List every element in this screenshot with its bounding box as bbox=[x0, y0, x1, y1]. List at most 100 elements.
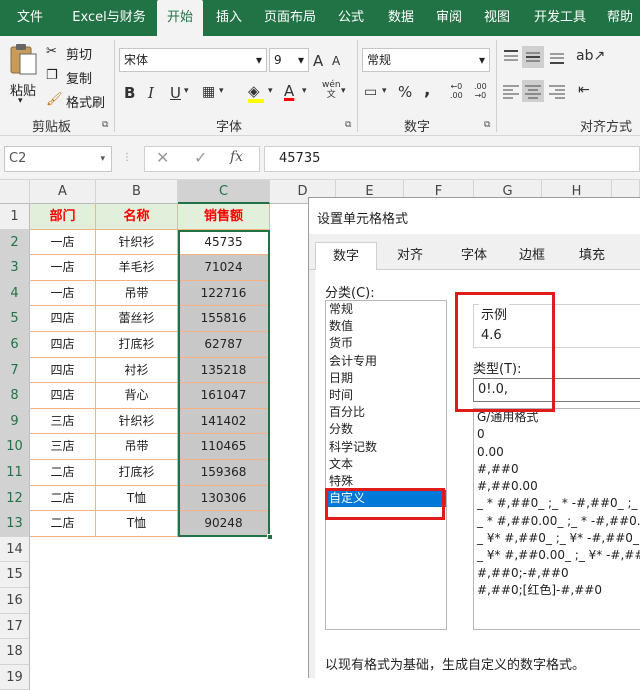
cell[interactable]: 背心 bbox=[96, 383, 178, 409]
tab-view[interactable]: 视图 bbox=[476, 0, 518, 36]
row-header[interactable]: 13 bbox=[0, 511, 30, 537]
fill-color-icon[interactable]: ◈ bbox=[248, 82, 260, 100]
row-header[interactable]: 5 bbox=[0, 306, 30, 332]
name-box[interactable]: C2 ▾ bbox=[4, 146, 112, 172]
tab-number[interactable]: 数字 bbox=[315, 242, 377, 271]
row-header[interactable]: 12 bbox=[0, 485, 30, 512]
tab-alignment[interactable]: 对齐 bbox=[379, 242, 441, 270]
font-name-select[interactable]: 宋体 ▾ bbox=[119, 48, 267, 72]
row-header[interactable]: 16 bbox=[0, 588, 30, 614]
format-item[interactable]: #,##0.00 bbox=[474, 478, 640, 495]
cell[interactable]: 部门 bbox=[30, 204, 96, 230]
cell[interactable]: 四店 bbox=[30, 332, 96, 358]
cell[interactable]: 吊带 bbox=[96, 280, 178, 307]
format-item[interactable]: _ * #,##0.00_ ;_ * -#,##0.00_ ;_ * "-"??… bbox=[474, 513, 640, 530]
row-header[interactable]: 10 bbox=[0, 434, 30, 460]
row-header[interactable]: 4 bbox=[0, 280, 30, 307]
row-header[interactable]: 1 bbox=[0, 204, 30, 230]
paste-button[interactable]: 粘贴 ▾ bbox=[6, 42, 40, 112]
align-middle-button[interactable] bbox=[522, 46, 544, 68]
tab-border[interactable]: 边框 bbox=[501, 242, 563, 270]
row-header[interactable]: 2 bbox=[0, 229, 30, 256]
tab-home[interactable]: 开始 bbox=[157, 0, 203, 36]
category-item[interactable]: 会计专用 bbox=[326, 353, 446, 370]
chevron-down-icon[interactable]: ▾ bbox=[341, 86, 346, 96]
category-item[interactable]: 百分比 bbox=[326, 404, 446, 421]
align-bottom-button[interactable] bbox=[546, 46, 568, 68]
font-size-select[interactable]: 9 ▾ bbox=[269, 48, 309, 72]
chevron-down-icon[interactable]: ▾ bbox=[268, 86, 273, 96]
format-item[interactable]: _ ¥* #,##0_ ;_ ¥* -#,##0_ ;_ ¥* "-"_ ;_ … bbox=[474, 530, 640, 547]
indent-icon[interactable]: ⇤ bbox=[578, 82, 590, 98]
tab-formulas[interactable]: 公式 bbox=[330, 0, 372, 36]
row-header[interactable]: 6 bbox=[0, 332, 30, 358]
chevron-down-icon[interactable]: ▾ bbox=[184, 86, 189, 96]
category-item[interactable]: 日期 bbox=[326, 370, 446, 387]
row-header[interactable]: 8 bbox=[0, 383, 30, 409]
cut-button[interactable]: 剪切 bbox=[66, 44, 92, 63]
category-item[interactable]: 货币 bbox=[326, 335, 446, 352]
insert-function-icon[interactable]: fx bbox=[230, 149, 243, 165]
category-item[interactable]: 时间 bbox=[326, 387, 446, 404]
increase-decimal-icon[interactable]: ←0.00 bbox=[450, 82, 463, 100]
cell[interactable]: 三店 bbox=[30, 434, 96, 460]
cell[interactable]: 三店 bbox=[30, 408, 96, 435]
number-format-select[interactable]: 常规 ▾ bbox=[362, 48, 490, 72]
font-color-icon[interactable]: A bbox=[284, 82, 294, 100]
orientation-icon[interactable]: ab↗ bbox=[576, 48, 605, 64]
row-header[interactable]: 3 bbox=[0, 255, 30, 281]
cell[interactable]: 一店 bbox=[30, 229, 96, 256]
format-item[interactable]: #,##0;-#,##0 bbox=[474, 565, 640, 582]
cell[interactable]: 二店 bbox=[30, 511, 96, 537]
row-header[interactable]: 18 bbox=[0, 639, 30, 665]
formula-input[interactable]: 45735 bbox=[264, 146, 640, 172]
tab-developer[interactable]: 开发工具 bbox=[526, 0, 594, 36]
dialog-launcher-icon[interactable]: ⧉ bbox=[102, 120, 108, 130]
cancel-icon[interactable]: ✕ bbox=[156, 148, 169, 167]
decrease-decimal-icon[interactable]: .00 →0 bbox=[474, 82, 487, 100]
chevron-down-icon[interactable]: ▾ bbox=[382, 86, 387, 96]
select-all-corner[interactable] bbox=[0, 180, 30, 204]
decrease-font-icon[interactable]: A bbox=[332, 54, 340, 68]
comma-icon[interactable]: , bbox=[424, 80, 430, 100]
tab-font[interactable]: 字体 bbox=[443, 242, 505, 270]
cell[interactable]: T恤 bbox=[96, 485, 178, 512]
accounting-format-icon[interactable]: ▭ bbox=[364, 84, 377, 100]
category-list[interactable]: 常规 数值 货币 会计专用 日期 时间 百分比 分数 科学记数 文本 特殊 自定义 bbox=[325, 300, 447, 630]
underline-icon[interactable]: U bbox=[170, 84, 181, 102]
format-item[interactable]: #,##0 bbox=[474, 461, 640, 478]
align-right-button[interactable] bbox=[546, 80, 568, 102]
tab-page-layout[interactable]: 页面布局 bbox=[256, 0, 324, 36]
tab-review[interactable]: 审阅 bbox=[428, 0, 470, 36]
format-item[interactable]: #,##0;[红色]-#,##0 bbox=[474, 582, 640, 599]
cell[interactable]: 二店 bbox=[30, 460, 96, 486]
cell[interactable]: 针织衫 bbox=[96, 408, 178, 435]
cell[interactable]: 一店 bbox=[30, 280, 96, 307]
cell[interactable]: 羊毛衫 bbox=[96, 255, 178, 281]
tab-file[interactable]: 文件 bbox=[6, 0, 54, 36]
phonetic-icon[interactable]: wén 文 bbox=[322, 80, 341, 100]
column-header[interactable]: A bbox=[30, 180, 96, 204]
cell[interactable]: 衬衫 bbox=[96, 357, 178, 384]
tab-fill[interactable]: 填充 bbox=[561, 242, 623, 270]
column-header[interactable]: B bbox=[96, 180, 178, 204]
align-top-button[interactable] bbox=[500, 46, 522, 68]
cell[interactable]: 名称 bbox=[96, 204, 178, 230]
tab-data[interactable]: 数据 bbox=[380, 0, 422, 36]
format-list[interactable]: G/通用格式 0 0.00 #,##0 #,##0.00 _ * #,##0_ ;_ * … bbox=[473, 408, 640, 630]
cell[interactable]: 打底衫 bbox=[96, 460, 178, 486]
align-left-button[interactable] bbox=[500, 80, 522, 102]
chevron-down-icon[interactable]: ▾ bbox=[302, 86, 307, 96]
cell[interactable]: 一店 bbox=[30, 255, 96, 281]
format-item[interactable]: _ ¥* #,##0.00_ ;_ ¥* -#,##0.00_ ;_ ¥* "-… bbox=[474, 547, 640, 564]
tab-help[interactable]: 帮助 bbox=[600, 0, 640, 36]
row-header[interactable]: 15 bbox=[0, 562, 30, 588]
cell[interactable]: 四店 bbox=[30, 306, 96, 332]
cell[interactable]: 打底衫 bbox=[96, 332, 178, 358]
category-item[interactable]: 分数 bbox=[326, 421, 446, 438]
row-header[interactable]: 17 bbox=[0, 613, 30, 640]
tab-insert[interactable]: 插入 bbox=[208, 0, 250, 36]
chevron-down-icon[interactable]: ▾ bbox=[219, 86, 224, 96]
bold-icon[interactable]: B bbox=[124, 84, 135, 102]
copy-button[interactable]: 复制 bbox=[66, 68, 92, 87]
